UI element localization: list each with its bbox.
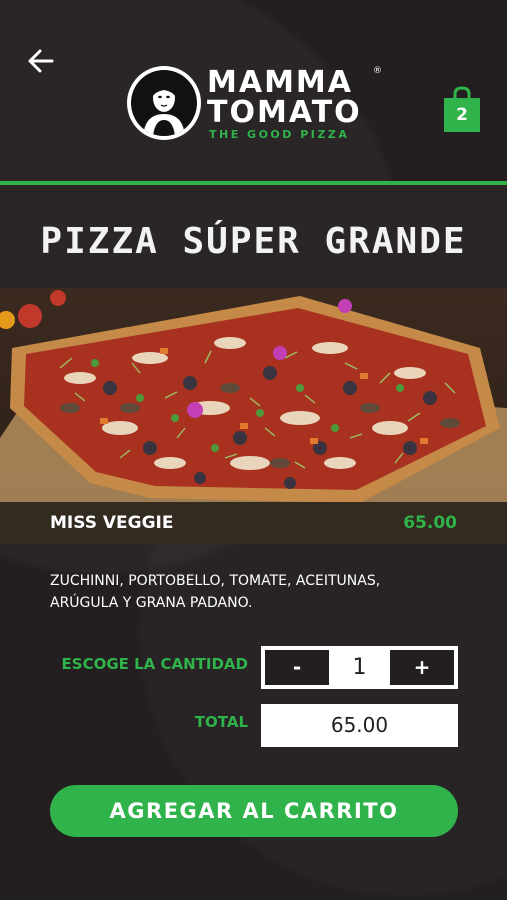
app-header: MAMMA ® TOMATO THE GOOD PIZZA 2	[0, 0, 507, 184]
logo-word-mamma: MAMMA	[207, 65, 353, 100]
add-to-cart-button[interactable]: AGREGAR AL CARRITO	[50, 785, 458, 837]
product-name-bar: MISS VEGGIE 65.00	[0, 502, 507, 544]
total-value: 65.00	[261, 704, 458, 747]
mona-lisa-icon	[143, 79, 185, 136]
logo-emblem	[127, 66, 201, 140]
product-name: MISS VEGGIE	[50, 513, 174, 533]
arrow-left-icon	[28, 49, 54, 73]
increase-quantity-button[interactable]: +	[390, 650, 454, 685]
registered-mark: ®	[373, 66, 382, 76]
back-button[interactable]	[24, 44, 58, 78]
cart-button[interactable]: 2	[444, 86, 480, 134]
page-title: PIZZA SÚPER GRANDE	[40, 221, 467, 262]
decrease-quantity-button[interactable]: -	[265, 650, 329, 685]
brand-logo: MAMMA ® TOMATO THE GOOD PIZZA	[127, 66, 387, 144]
quantity-value: 1	[352, 655, 367, 680]
total-label: TOTAL	[194, 713, 248, 731]
logo-tagline: THE GOOD PIZZA	[209, 128, 350, 141]
cart-count-badge: 2	[456, 105, 468, 125]
logo-word-tomato: TOMATO	[207, 95, 362, 130]
product-description: ZUCHINNI, PORTOBELLO, TOMATE, ACEITUNAS,…	[50, 573, 381, 611]
product-price: 65.00	[403, 513, 457, 533]
quantity-label: ESCOGE LA CANTIDAD	[61, 655, 248, 673]
quantity-stepper: - 1 +	[261, 646, 458, 689]
